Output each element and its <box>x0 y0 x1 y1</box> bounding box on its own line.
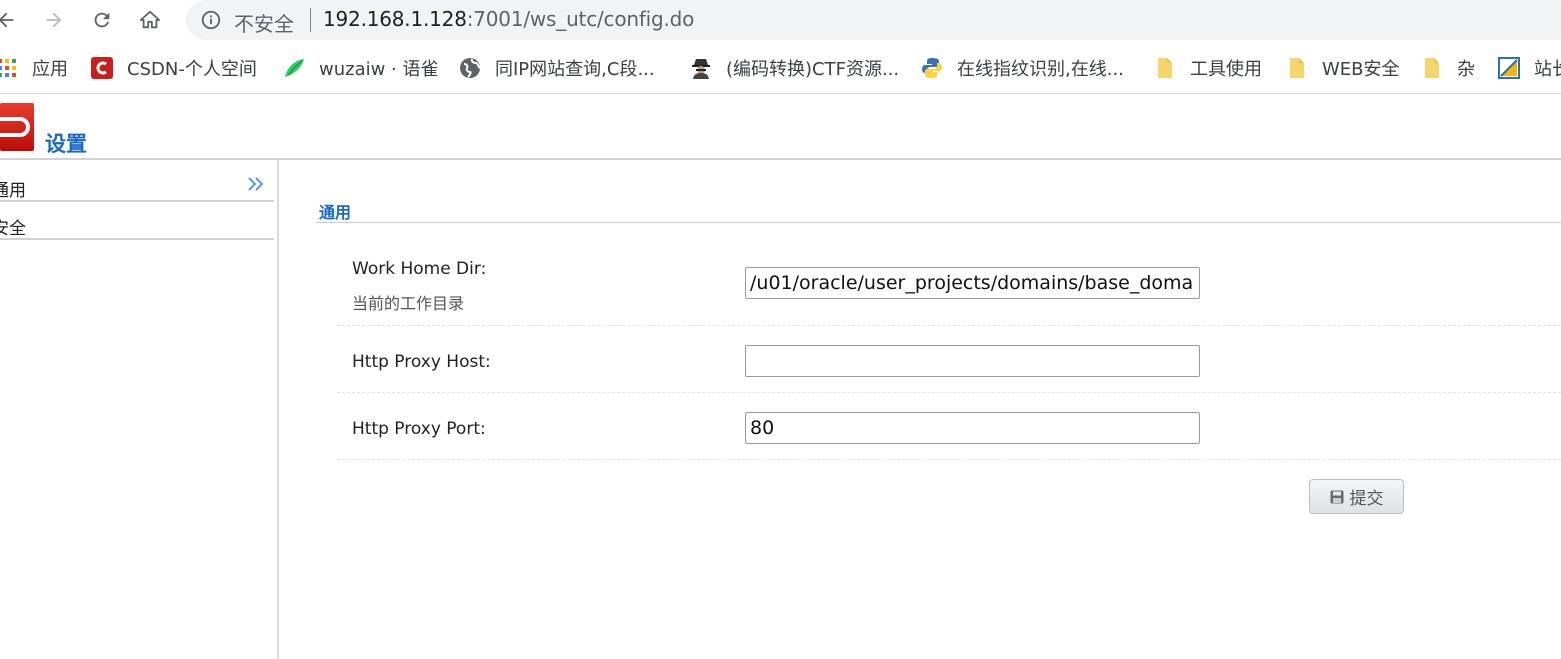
home-button[interactable] <box>134 4 166 36</box>
bookmark-label: 同IP网站查询,C段... <box>495 59 655 80</box>
bookmark-folder-misc[interactable]: 杂 <box>1421 55 1475 81</box>
apps-grid-icon <box>0 57 18 79</box>
folder-icon <box>1421 57 1443 79</box>
submit-label: 提交 <box>1349 489 1384 509</box>
bookmark-label: 在线指纹识别,在线... <box>957 59 1124 80</box>
section-divider <box>316 222 1561 223</box>
python-logo-icon <box>921 57 943 79</box>
bookmark-label: WEB安全 <box>1322 59 1400 80</box>
section-title: 通用 <box>319 203 352 222</box>
work-home-dir-hint: 当前的工作目录 <box>352 294 465 313</box>
bookmark-label: 应用 <box>32 59 68 80</box>
bookmark-label: 站长 <box>1534 59 1561 80</box>
double-chevron-right-icon <box>248 177 264 191</box>
info-icon[interactable] <box>200 9 222 31</box>
spy-icon <box>690 57 712 79</box>
bookmark-label: wuzaiw · 语雀 <box>319 59 439 80</box>
globe-icon <box>459 57 481 79</box>
forward-button[interactable] <box>38 4 70 36</box>
home-icon <box>139 10 161 29</box>
reload-button[interactable] <box>86 4 118 36</box>
bookmark-label: 杂 <box>1457 59 1475 80</box>
submit-button[interactable]: 提交 <box>1309 479 1404 514</box>
http-proxy-port-label: Http Proxy Port: <box>352 419 486 439</box>
row-divider <box>337 325 1561 326</box>
bookmark-ctf[interactable]: (编码转换)CTF资源... <box>690 55 899 81</box>
bookmark-fingerprint[interactable]: 在线指纹识别,在线... <box>921 55 1124 81</box>
http-proxy-host-input[interactable] <box>745 345 1200 377</box>
page-title: 设置 <box>45 132 87 156</box>
reload-icon <box>94 12 110 28</box>
arrow-right-icon <box>46 12 62 28</box>
bookmark-label: CSDN-个人空间 <box>127 59 257 80</box>
folder-icon <box>1154 57 1176 79</box>
url-host: 192.168.1.128 <box>323 7 467 31</box>
sidebar: 通用 安全 <box>0 160 279 659</box>
url-text[interactable]: 192.168.1.128:7001/ws_utc/config.do <box>323 7 694 31</box>
url-path: :7001/ws_utc/config.do <box>466 7 695 31</box>
http-proxy-port-input[interactable] <box>745 412 1200 444</box>
bookmark-ip-lookup[interactable]: 同IP网站查询,C段... <box>459 55 655 81</box>
row-divider <box>337 459 1561 460</box>
bookmark-label: 工具使用 <box>1190 59 1262 80</box>
arrow-left-icon <box>0 12 14 28</box>
omnibox-divider <box>310 8 311 32</box>
sidebar-item-general[interactable]: 通用 <box>0 164 274 202</box>
bookmark-folder-tools[interactable]: 工具使用 <box>1154 55 1262 81</box>
csdn-logo-icon <box>91 57 113 79</box>
bookmark-folder-websec[interactable]: WEB安全 <box>1286 55 1400 81</box>
row-divider <box>337 392 1561 393</box>
sidebar-item-label: 通用 <box>0 181 26 201</box>
work-home-dir-label: Work Home Dir: <box>352 259 487 279</box>
yuque-logo-icon <box>283 57 305 79</box>
bookmark-yuque[interactable]: wuzaiw · 语雀 <box>283 55 439 81</box>
work-home-dir-input[interactable] <box>745 267 1200 299</box>
oracle-logo <box>0 103 34 151</box>
site-logo-icon <box>1498 57 1520 79</box>
address-bar[interactable]: 不安全 192.168.1.128:7001/ws_utc/config.do <box>186 0 1561 40</box>
bookmark-label: (编码转换)CTF资源... <box>726 59 900 80</box>
browser-toolbar: 不安全 192.168.1.128:7001/ws_utc/config.do <box>0 0 1561 40</box>
bookmark-apps[interactable]: 应用 <box>0 55 68 81</box>
sidebar-item-security[interactable]: 安全 <box>0 202 274 240</box>
folder-icon <box>1286 57 1308 79</box>
save-icon <box>1330 490 1343 503</box>
http-proxy-host-label: Http Proxy Host: <box>352 352 491 372</box>
back-button[interactable] <box>0 4 22 36</box>
bookmark-csdn[interactable]: CSDN-个人空间 <box>91 55 257 81</box>
not-secure-label[interactable]: 不安全 <box>234 8 294 37</box>
bookmarks-bar: 应用 CSDN-个人空间 wuzaiw · 语雀 同IP网站查询,C段... (… <box>0 40 1561 94</box>
sidebar-item-label: 安全 <box>0 219 26 239</box>
bookmark-site[interactable]: 站长 <box>1498 55 1561 81</box>
